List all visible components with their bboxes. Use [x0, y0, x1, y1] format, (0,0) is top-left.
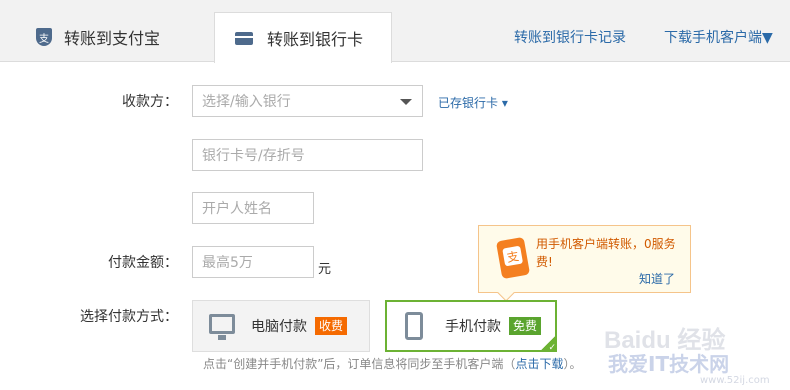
- fee-badge: 收费: [315, 317, 348, 335]
- amount-label: 付款金额：: [108, 255, 178, 271]
- bank-select-placeholder: 选择/输入银行: [202, 94, 291, 110]
- tab-transfer-to-bank-card[interactable]: 转账到银行卡: [214, 12, 392, 63]
- card-number-input[interactable]: 银行卡号/存折号: [192, 139, 423, 171]
- alipay-phone-icon: 支: [495, 236, 531, 280]
- tab-label: 转账到银行卡: [267, 30, 364, 49]
- tooltip-dismiss-link[interactable]: 知道了: [639, 270, 675, 287]
- amount-unit: 元: [318, 262, 332, 277]
- tooltip-pointer: [497, 284, 515, 302]
- tab-label: 转账到支付宝: [64, 29, 161, 48]
- amount-placeholder: 最高5万: [202, 255, 253, 271]
- download-link[interactable]: 点击下载: [515, 357, 563, 371]
- sync-note: 点击“创建并手机付款”后，订单信息将同步至手机客户端（点击下载）。: [203, 357, 582, 371]
- monitor-icon: [209, 314, 235, 340]
- phone-icon: [405, 312, 423, 340]
- transfer-records-link[interactable]: 转账到银行卡记录: [514, 27, 626, 47]
- payee-label: 收款方：: [122, 94, 178, 110]
- tooltip-text: 用手机客户端转账，0服务费!: [536, 237, 676, 269]
- mobile-payment-label: 手机付款: [445, 319, 501, 335]
- alipay-shield-icon: 支: [36, 28, 52, 46]
- bank-select[interactable]: 选择/输入银行: [192, 85, 423, 117]
- payment-method-label: 选择付款方式：: [80, 309, 178, 325]
- pc-payment-option[interactable]: 电脑付款 收费: [192, 300, 370, 352]
- tab-bar: 支 转账到支付宝 转账到银行卡 转账到银行卡记录 下载手机客户端▼: [0, 0, 790, 63]
- site-watermark: 我爱IT技术网: [608, 352, 730, 376]
- selected-check-icon: [539, 334, 557, 353]
- bank-card-icon: [235, 31, 253, 45]
- site-url-watermark: www.52ij.com: [700, 375, 770, 386]
- download-mobile-client-link[interactable]: 下载手机客户端▼: [664, 27, 773, 47]
- watermark: Baidu 经验 我爱IT技术网 www.52ij.com: [582, 320, 790, 390]
- mobile-payment-option[interactable]: 手机付款 免费: [385, 300, 557, 353]
- chevron-down-icon: [400, 99, 412, 105]
- tab-transfer-to-alipay[interactable]: 支 转账到支付宝: [36, 12, 160, 62]
- account-name-input[interactable]: 开户人姓名: [192, 192, 314, 224]
- amount-input[interactable]: 最高5万: [192, 246, 314, 278]
- mobile-promo-tooltip: 支 用手机客户端转账，0服务费! 知道了: [478, 225, 691, 302]
- free-badge: 免费: [509, 317, 542, 335]
- account-name-placeholder: 开户人姓名: [202, 201, 272, 217]
- saved-bank-cards-link[interactable]: 已存银行卡 ▾: [438, 94, 508, 111]
- pc-payment-label: 电脑付款: [251, 319, 307, 335]
- card-number-placeholder: 银行卡号/存折号: [202, 148, 305, 164]
